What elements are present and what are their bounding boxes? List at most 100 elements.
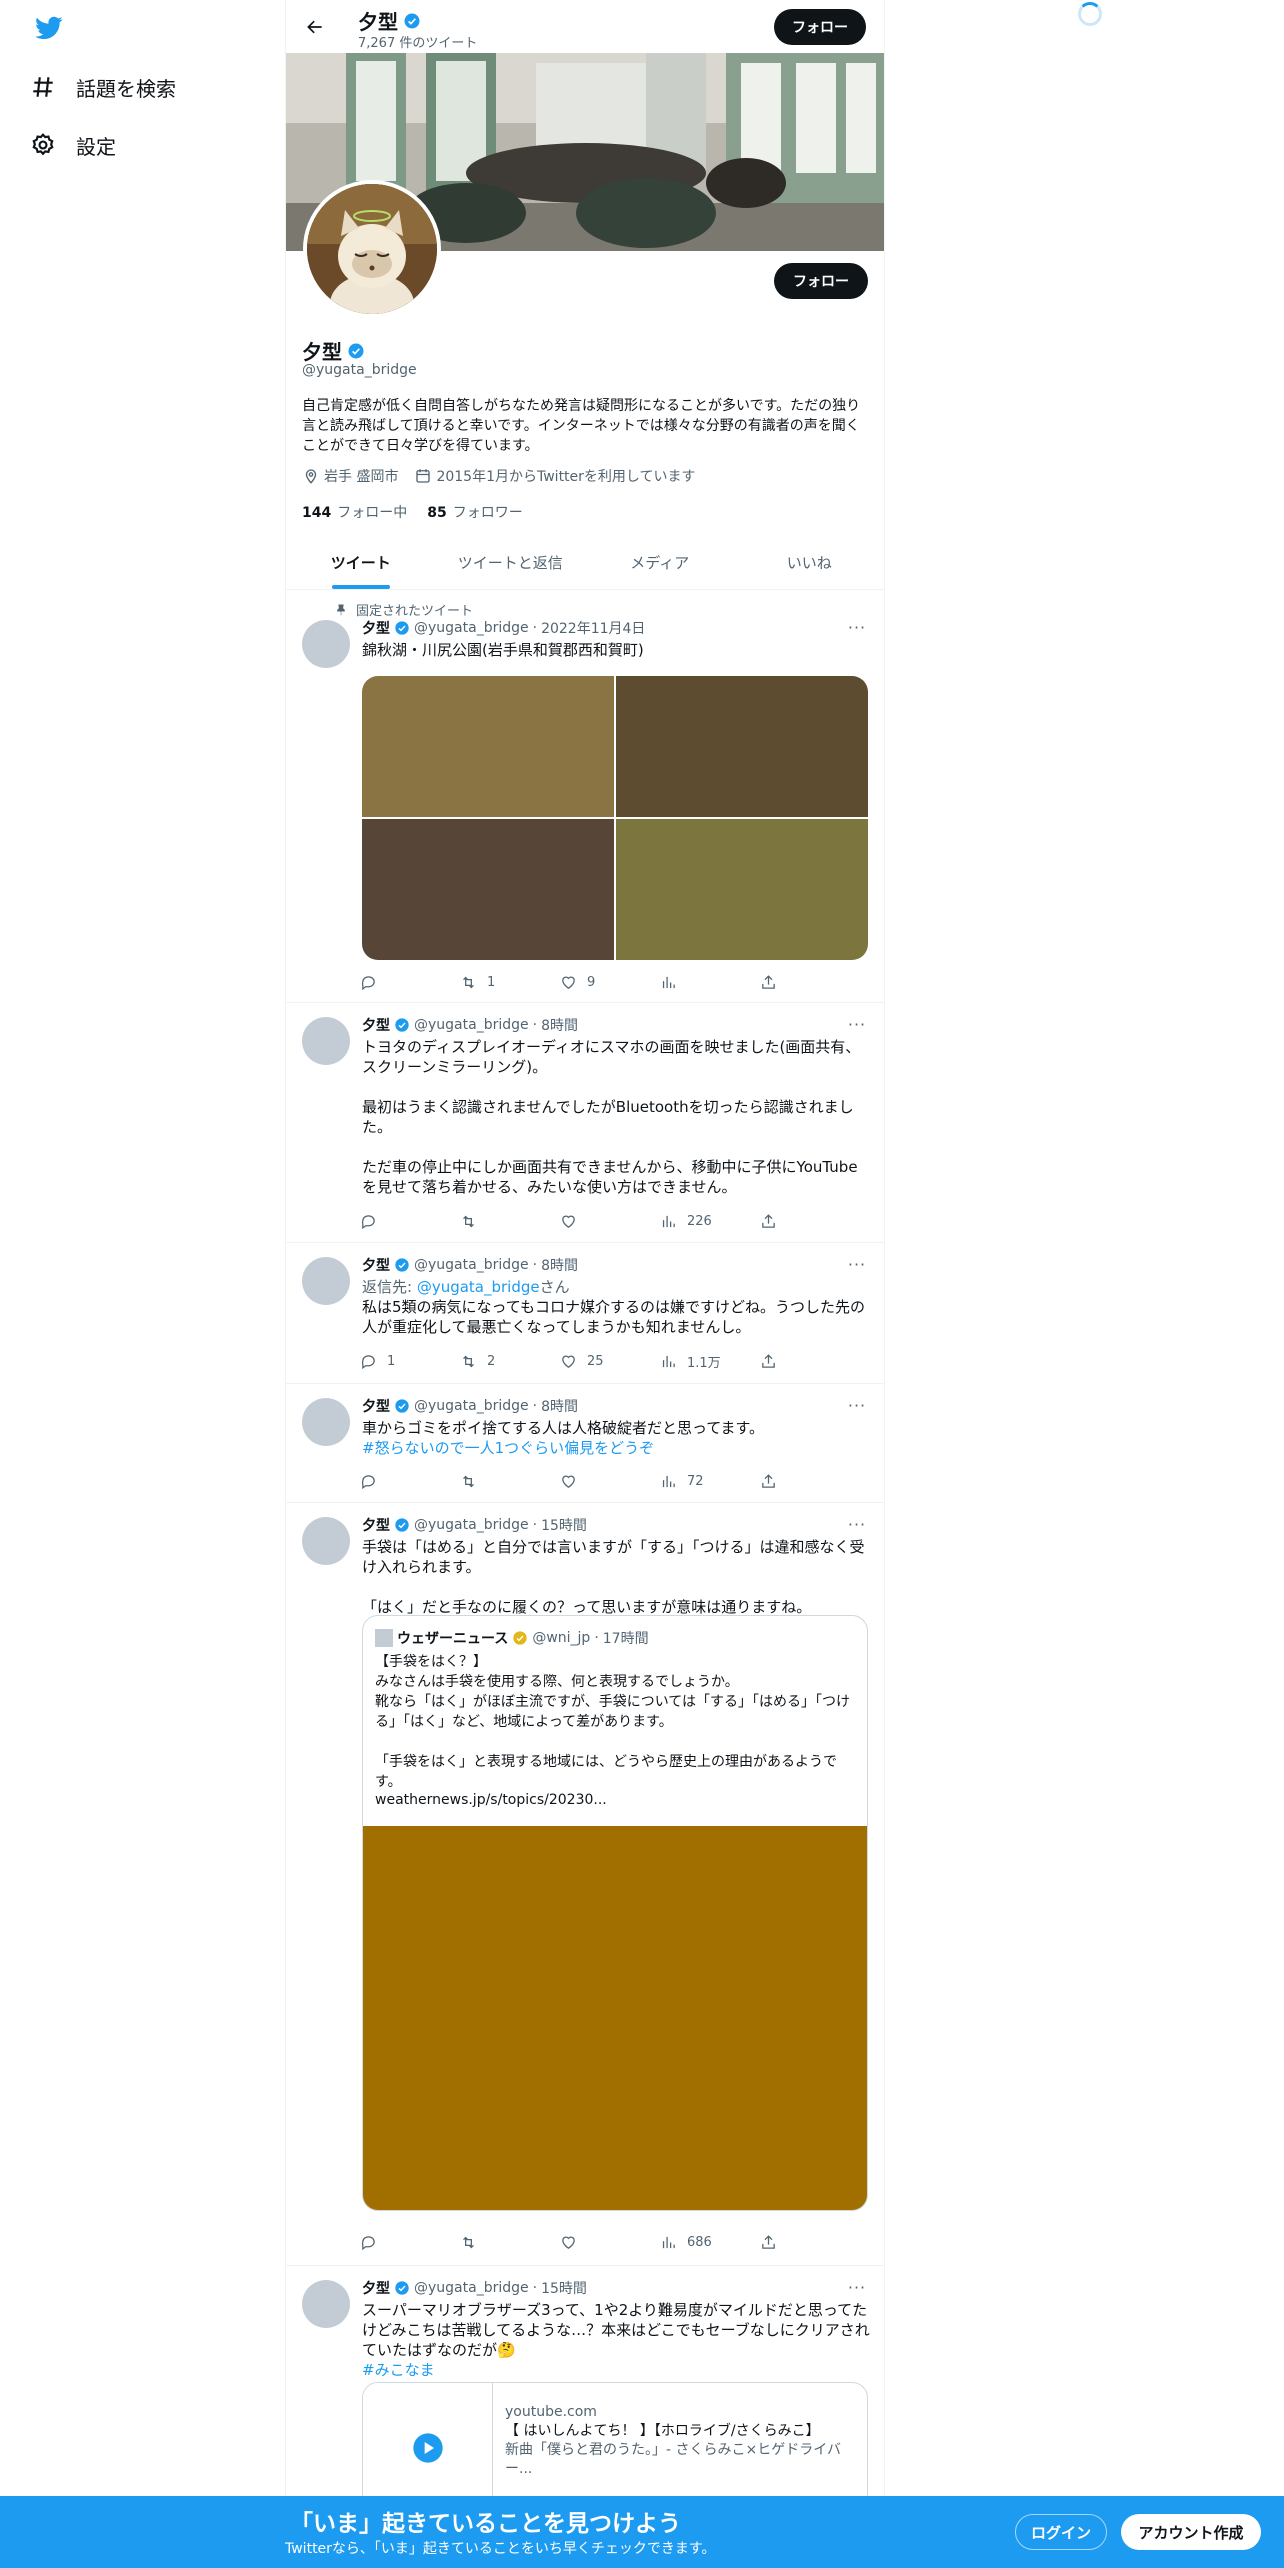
more-options-icon[interactable]: ··· xyxy=(846,1515,868,1535)
avatar[interactable] xyxy=(302,1257,350,1305)
like-button[interactable] xyxy=(560,1210,660,1232)
tweet-actions: 1 9 xyxy=(360,971,800,993)
like-button[interactable] xyxy=(560,2231,660,2253)
retweet-button[interactable] xyxy=(460,1210,560,1232)
signup-button[interactable]: アカウント作成 xyxy=(1121,2514,1261,2550)
profile-follow-button[interactable]: フォロー xyxy=(774,263,868,299)
more-options-icon[interactable]: ··· xyxy=(846,618,868,638)
tweet-header: 夕型 @yugata_bridge · 8時間 xyxy=(362,1257,578,1274)
pin-icon xyxy=(337,603,345,615)
more-options-icon[interactable]: ··· xyxy=(846,1255,868,1275)
retweet-button[interactable]: 2 xyxy=(460,1350,560,1372)
retweet-icon xyxy=(463,1475,474,1487)
avatar[interactable] xyxy=(302,1017,350,1065)
share-button[interactable] xyxy=(760,1470,777,1492)
profile-joined: 2015年1月からTwitterを利用しています xyxy=(436,469,696,485)
avatar[interactable] xyxy=(302,620,350,668)
verified-badge-icon xyxy=(395,1258,409,1272)
loading-spinner-icon xyxy=(1078,2,1102,26)
avatar[interactable] xyxy=(302,2280,350,2328)
quoted-tweet-link[interactable]: weathernews.jp/s/topics/20230... xyxy=(375,1792,607,1808)
views-button[interactable]: 72 xyxy=(660,1470,760,1492)
share-button[interactable] xyxy=(760,2231,777,2253)
card-description: 新曲「僕らと君のうた。」- さくらみこ×ヒゲドライバー... xyxy=(505,2442,841,2477)
calendar-icon xyxy=(416,469,431,483)
views-chart-icon xyxy=(662,1215,675,1227)
hashtag-link[interactable]: #みこなま xyxy=(362,2360,872,2380)
reply-icon xyxy=(361,1354,375,1369)
back-button[interactable] xyxy=(298,10,332,44)
profile-tabs: ツイート ツイートと返信 メディア いいね xyxy=(286,536,884,590)
tweet-card[interactable]: 夕型 @yugata_bridge · 8時間 ··· トヨタのディスプレイオーディ… xyxy=(286,1003,884,1243)
twitter-logo-icon[interactable] xyxy=(33,14,65,42)
followers-link[interactable]: 85 フォロワー xyxy=(427,502,522,522)
more-options-icon[interactable]: ··· xyxy=(846,1015,868,1035)
more-options-icon[interactable]: ··· xyxy=(846,1396,868,1416)
tab-media[interactable]: メディア xyxy=(585,536,735,589)
reply-button[interactable] xyxy=(360,2231,460,2253)
signup-bottom-bar: 「いま」起きていることを見つけよう Twitterなら、「いま」起きていることを… xyxy=(0,2496,1284,2568)
tweet-text: 車からゴミをポイ捨てする人は人格破綻者だと思ってます。 xyxy=(362,1419,765,1437)
reply-button[interactable]: 1 xyxy=(360,1350,460,1372)
more-options-icon[interactable]: ··· xyxy=(846,2278,868,2298)
verified-badge-icon xyxy=(395,1399,409,1413)
tweet-photo[interactable] xyxy=(362,819,614,960)
tweet-card[interactable]: 夕型 @yugata_bridge · 8時間 ··· 車からゴミをポイ捨てする人は… xyxy=(286,1384,884,1503)
tweet-card[interactable]: 夕型 @yugata_bridge · 8時間 ··· 返信先: @yugata_b… xyxy=(286,1243,884,1384)
tab-tweets[interactable]: ツイート xyxy=(286,536,436,589)
tweet-text: 錦秋湖・川尻公園(岩手県和賀郡西和賀町) xyxy=(362,641,644,659)
follow-stats: 144 フォロー中 85 フォロワー xyxy=(302,502,523,522)
avatar[interactable] xyxy=(302,1398,350,1446)
sidebar-item-settings[interactable]: 設定 xyxy=(30,125,116,165)
retweet-button[interactable]: 1 xyxy=(460,971,560,993)
sidebar-item-label: 話題を検索 xyxy=(76,76,176,101)
quoted-tweet-header: ウェザーニュース @wni_jp · 17時間 xyxy=(375,1628,649,1648)
reply-button[interactable] xyxy=(360,1210,460,1232)
avatar[interactable] xyxy=(302,1517,350,1565)
like-button[interactable]: 25 xyxy=(560,1350,660,1372)
pinned-indicator: 固定されたツイート xyxy=(334,600,473,619)
tweet-actions: 1 2 25 1.1万 xyxy=(360,1350,800,1372)
reply-button[interactable] xyxy=(360,971,460,993)
like-button[interactable]: 9 xyxy=(560,971,660,993)
tweet-photo[interactable] xyxy=(616,819,868,960)
tweet-text: トヨタのディスプレイオーディオにスマホの画面を映せました(画面共有、スクリーンミ… xyxy=(362,1038,861,1196)
following-link[interactable]: 144 フォロー中 xyxy=(302,502,407,522)
views-button[interactable]: 226 xyxy=(660,1210,760,1232)
quoted-tweet[interactable]: ウェザーニュース @wni_jp · 17時間 【手袋をはく？】 みなさんは手袋を使… xyxy=(362,1615,868,2211)
share-button[interactable] xyxy=(760,1210,777,1232)
views-button[interactable]: 1.1万 xyxy=(660,1350,760,1372)
play-icon xyxy=(412,2433,443,2463)
views-button[interactable]: 686 xyxy=(660,2231,760,2253)
reply-button[interactable] xyxy=(360,1470,460,1492)
tweet-header: 夕型 @yugata_bridge · 8時間 xyxy=(362,1398,578,1415)
tweet-card[interactable]: 夕型 @yugata_bridge · 15時間 ··· 手袋は「はめる」と自分では… xyxy=(286,1503,884,2266)
tweet-media-grid xyxy=(362,676,868,960)
reply-icon xyxy=(361,1474,375,1489)
profile-header-bar: 夕型 7,267 件のツイート フォロー xyxy=(286,0,884,53)
heart-icon xyxy=(562,1475,575,1488)
link-card[interactable]: youtube.com 【 はいしんよてち！ 】【ホロライブ/さくらみこ】 新曲… xyxy=(362,2382,868,2512)
views-button[interactable] xyxy=(660,971,760,993)
tab-tweets-and-replies[interactable]: ツイートと返信 xyxy=(436,536,586,589)
profile-avatar[interactable] xyxy=(303,180,441,318)
retweet-button[interactable] xyxy=(460,2231,560,2253)
tweet-photo[interactable] xyxy=(362,676,614,817)
card-body: youtube.com 【 はいしんよてち！ 】【ホロライブ/さくらみこ】 新曲… xyxy=(505,2403,857,2479)
heart-icon xyxy=(562,1215,575,1228)
tweet-card[interactable]: 固定されたツイート 夕型 @yugata_bridge · 2022年11月4日 ·… xyxy=(286,590,884,1003)
views-chart-icon xyxy=(662,1475,675,1487)
tab-likes[interactable]: いいね xyxy=(735,536,885,589)
login-button[interactable]: ログイン xyxy=(1015,2514,1107,2550)
quoted-tweet-image[interactable] xyxy=(363,1826,867,2210)
share-button[interactable] xyxy=(760,971,777,993)
header-follow-button[interactable]: フォロー xyxy=(774,9,866,45)
hashtag-link[interactable]: #怒らないので一人1つぐらい偏見をどうぞ xyxy=(362,1438,872,1458)
tweet-photo[interactable] xyxy=(616,676,868,817)
heart-icon xyxy=(562,976,575,989)
reply-to-handle-link[interactable]: @yugata_bridge xyxy=(417,1278,540,1296)
sidebar-item-explore[interactable]: 話題を検索 xyxy=(30,67,176,107)
share-button[interactable] xyxy=(760,1350,777,1372)
retweet-button[interactable] xyxy=(460,1470,560,1492)
like-button[interactable] xyxy=(560,1470,660,1492)
